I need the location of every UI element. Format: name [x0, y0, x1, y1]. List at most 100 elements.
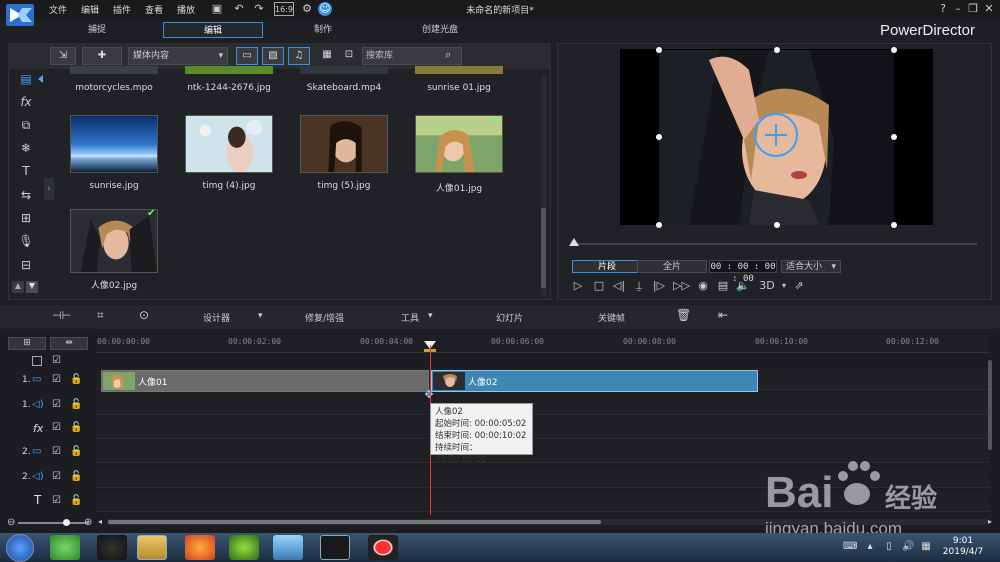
lock-icon[interactable]: 🔓	[70, 471, 82, 482]
taskbar-clock[interactable]: 9:01 2019/4/7	[935, 536, 991, 558]
track-fx[interactable]	[95, 417, 990, 439]
resize-handle-b[interactable]	[774, 222, 780, 228]
thumb-ntk[interactable]	[185, 66, 273, 74]
edit-icon[interactable]: ⇤	[718, 308, 728, 322]
menu-plugins[interactable]: 插件	[113, 3, 131, 16]
plugin-button[interactable]: ✚	[82, 47, 122, 65]
thumb-timg4[interactable]	[185, 115, 273, 173]
tab-clip-mode[interactable]: 片段	[572, 260, 642, 273]
thumb-portrait02[interactable]	[70, 209, 158, 273]
menu-view[interactable]: 查看	[145, 3, 163, 16]
expand-icon[interactable]: ⊡	[340, 47, 358, 65]
undo-icon[interactable]: ↶	[232, 2, 246, 16]
undock-icon[interactable]: ⇗	[792, 279, 806, 293]
video-filter-button[interactable]: ▭	[236, 47, 258, 65]
media-content-select[interactable]: 媒体内容 ▾	[128, 47, 228, 65]
account-icon[interactable]: ☺	[318, 2, 332, 16]
keyframe-button[interactable]: 关键帧	[598, 311, 625, 324]
thumb-portrait01[interactable]	[415, 115, 503, 173]
timeline-vertical-scrollbar[interactable]	[988, 360, 992, 450]
taskbar-app-browser[interactable]	[50, 535, 80, 560]
resize-handle-t[interactable]	[774, 47, 780, 53]
zoom-out-icon[interactable]: ⊖	[7, 517, 15, 528]
taskbar-app-powerdirector[interactable]	[320, 535, 350, 560]
track-audio-1[interactable]	[95, 393, 990, 415]
tools-button[interactable]: 工具	[401, 311, 419, 324]
fix-enhance-button[interactable]: 修复/增强	[305, 311, 344, 324]
audio-filter-button[interactable]: ♫	[288, 47, 310, 65]
taskbar-app-firefox[interactable]	[185, 535, 215, 560]
chevron-down-icon[interactable]: ▾	[428, 311, 433, 321]
pip-room-icon[interactable]: ⧉	[16, 116, 36, 134]
tray-volume-icon[interactable]: 🔊	[902, 541, 914, 553]
particle-room-icon[interactable]: ❄	[16, 139, 36, 157]
taskbar-app-media[interactable]	[229, 535, 259, 560]
taskbar-app-explorer[interactable]	[137, 535, 167, 560]
storyboard-view-button[interactable]: ⊞	[8, 337, 46, 350]
search-icon[interactable]: ⌕	[445, 48, 451, 62]
resize-handle-l[interactable]	[656, 134, 662, 140]
trash-icon[interactable]: 🗑	[676, 308, 691, 322]
menu-circle-icon[interactable]: ⊙	[139, 308, 149, 322]
preview-timecode[interactable]: 00 : 00 : 00 : 00	[709, 260, 777, 284]
chevron-up-icon[interactable]: ▲	[12, 281, 24, 293]
volume-icon[interactable]: 🔈	[736, 279, 750, 293]
resize-handle-tr[interactable]	[891, 47, 897, 53]
play-icon[interactable]: ▷	[571, 279, 585, 293]
timeline-scrollbar-thumb[interactable]	[108, 520, 601, 524]
tray-network-icon[interactable]: ▦	[920, 541, 932, 553]
thumb-skateboard[interactable]	[300, 66, 388, 74]
gear-icon[interactable]: ⚙	[300, 2, 314, 16]
checkbox-icon[interactable]: ☑	[52, 446, 61, 457]
restore-icon[interactable]: ❐	[966, 2, 980, 16]
mixer-room-icon[interactable]: ⊞	[16, 209, 36, 227]
voice-room-icon[interactable]: 🎙	[16, 232, 36, 250]
redo-icon[interactable]: ↷	[252, 2, 266, 16]
lock-icon[interactable]: 🔓	[70, 399, 82, 410]
lock-icon[interactable]: 🔓	[70, 495, 82, 506]
help-icon[interactable]: ?	[936, 2, 950, 16]
checkbox-icon[interactable]: ☑	[52, 399, 61, 410]
split-track-icon[interactable]: ⊣⊢	[52, 309, 71, 322]
resize-handle-br[interactable]	[891, 222, 897, 228]
save-icon[interactable]: ▣	[210, 2, 224, 16]
checkbox-icon[interactable]: ☑	[52, 355, 61, 366]
slideshow-button[interactable]: 幻灯片	[496, 311, 523, 324]
checkbox-icon[interactable]: ☑	[52, 374, 61, 385]
fit-size-select[interactable]: 适合大小 ▾	[781, 260, 841, 273]
menu-edit[interactable]: 编辑	[81, 3, 99, 16]
resize-handle-tl[interactable]	[656, 47, 662, 53]
thumb-sunrise01[interactable]	[415, 66, 503, 74]
scrubber-handle[interactable]	[569, 238, 579, 246]
aspect-ratio-icon[interactable]: 16:9	[274, 2, 294, 16]
preview-scrubber[interactable]	[572, 243, 977, 245]
chevron-down-icon[interactable]: ▼	[26, 281, 38, 293]
tray-arrow-icon[interactable]: ▴	[864, 541, 876, 553]
taskbar-app-qq[interactable]	[97, 535, 127, 560]
library-scrollbar-thumb[interactable]	[541, 208, 546, 288]
media-room-icon[interactable]: ▤	[16, 70, 36, 88]
crop-icon[interactable]: ⌗	[97, 308, 104, 323]
stop-icon[interactable]: □	[592, 279, 606, 293]
close-icon[interactable]: ✕	[982, 2, 996, 16]
transition-room-icon[interactable]: ⇆	[16, 186, 36, 204]
zoom-in-icon[interactable]: ⊕	[84, 517, 92, 528]
grid-view-icon[interactable]: ▦	[318, 47, 336, 65]
select-all-checkbox[interactable]	[32, 356, 42, 366]
expand-panel-icon[interactable]: ›	[44, 178, 54, 200]
taskbar-app-notes[interactable]	[273, 535, 303, 560]
zoom-slider-handle[interactable]	[63, 519, 70, 526]
tab-movie-mode[interactable]: 全片	[637, 260, 707, 273]
fit-timeline-button[interactable]: ⇹	[50, 337, 88, 350]
lock-icon[interactable]: 🔓	[70, 374, 82, 385]
designer-button[interactable]: 设计器	[203, 311, 230, 324]
minimize-icon[interactable]: –	[951, 2, 965, 16]
subtitle-icon[interactable]: ▤	[716, 279, 730, 293]
import-media-button[interactable]: ⇲	[50, 47, 76, 65]
next-frame-icon[interactable]: |▷	[652, 279, 666, 293]
menu-file[interactable]: 文件	[49, 3, 67, 16]
thumb-sunrise[interactable]	[70, 115, 158, 173]
tab-create-disc[interactable]: 创建光盘	[390, 22, 490, 38]
lock-icon[interactable]: 🔓	[70, 422, 82, 433]
fx-room-icon[interactable]: fx	[16, 93, 36, 111]
